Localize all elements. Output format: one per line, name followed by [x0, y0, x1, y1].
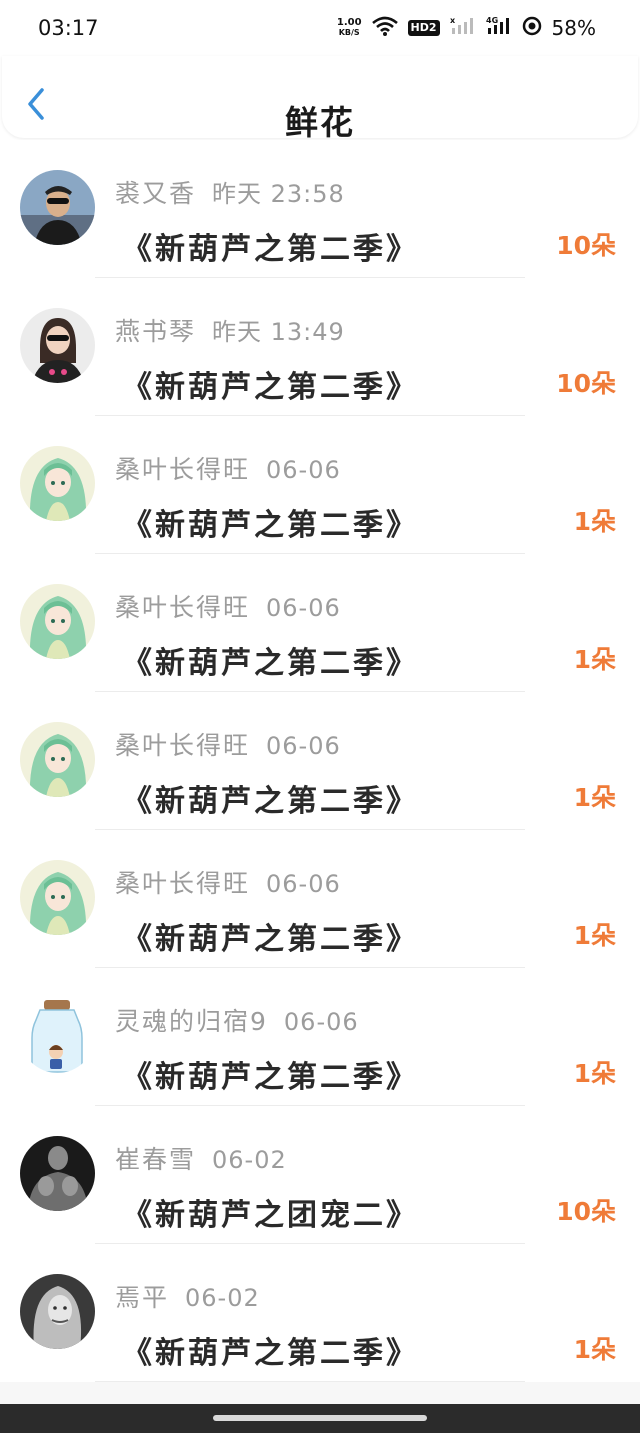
sender-name[interactable]: 燕书琴	[115, 312, 196, 348]
work-title[interactable]: 《新葫芦之第二季》	[122, 776, 419, 820]
record-meta: 桑叶长得旺 06-06	[115, 864, 341, 900]
record-time: 06-06	[266, 732, 341, 760]
status-bar: 03:17 1.00 KB/S HD2 x 4G 58%	[0, 0, 640, 56]
flower-count: 10朵	[556, 369, 616, 398]
flower-record-row[interactable]: 崔春雪 06-02 《新葫芦之团宠二》 10朵	[0, 1106, 640, 1244]
signal-empty-icon: x	[450, 16, 476, 41]
avatar[interactable]	[20, 722, 95, 797]
avatar-image	[20, 860, 95, 935]
network-speed-unit: KB/S	[338, 28, 360, 37]
header-bar: 鲜花	[2, 56, 638, 138]
work-title[interactable]: 《新葫芦之第二季》	[122, 224, 419, 268]
avatar[interactable]	[20, 1136, 95, 1211]
flower-record-row[interactable]: 裘又香 昨天 23:58 《新葫芦之第二季》 10朵	[0, 140, 640, 278]
flower-record-row[interactable]: 桑叶长得旺 06-06 《新葫芦之第二季》 1朵	[0, 416, 640, 554]
avatar-image	[20, 308, 95, 383]
flower-count: 10朵	[556, 231, 616, 260]
flower-record-row[interactable]: 焉平 06-02 《新葫芦之第二季》 1朵	[0, 1244, 640, 1382]
record-meta: 桑叶长得旺 06-06	[115, 588, 341, 624]
signal-4g-icon: 4G	[486, 16, 512, 41]
sender-name[interactable]: 桑叶长得旺	[115, 864, 250, 900]
sender-name[interactable]: 崔春雪	[115, 1140, 196, 1176]
record-meta: 灵魂的归宿9 06-06	[115, 1002, 359, 1038]
sender-name[interactable]: 焉平	[115, 1278, 169, 1314]
sender-name[interactable]: 桑叶长得旺	[115, 588, 250, 624]
avatar[interactable]	[20, 584, 95, 659]
hd-voice-icon: HD2	[407, 20, 440, 36]
page-title: 鲜花	[285, 103, 355, 138]
flower-record-row[interactable]: 桑叶长得旺 06-06 《新葫芦之第二季》 1朵	[0, 830, 640, 968]
sender-name[interactable]: 桑叶长得旺	[115, 726, 250, 762]
flower-record-row[interactable]: 灵魂的归宿9 06-06 《新葫芦之第二季》 1朵	[0, 968, 640, 1106]
work-title[interactable]: 《新葫芦之第二季》	[122, 362, 419, 406]
avatar[interactable]	[20, 308, 95, 383]
flower-count: 1朵	[573, 645, 616, 674]
record-meta: 桑叶长得旺 06-06	[115, 726, 341, 762]
avatar[interactable]	[20, 170, 95, 245]
flower-record-row[interactable]: 燕书琴 昨天 13:49 《新葫芦之第二季》 10朵	[0, 278, 640, 416]
row-divider	[95, 1381, 525, 1382]
avatar-image	[20, 722, 95, 797]
record-time: 昨天 23:58	[212, 180, 345, 208]
record-meta: 桑叶长得旺 06-06	[115, 450, 341, 486]
flower-record-list[interactable]: 裘又香 昨天 23:58 《新葫芦之第二季》 10朵 燕书琴 昨天 13:49 …	[0, 140, 640, 1404]
system-nav-bar	[0, 1404, 640, 1433]
wifi-icon	[371, 16, 398, 41]
flower-count: 1朵	[573, 1335, 616, 1364]
flower-count: 1朵	[573, 921, 616, 950]
status-icons: 1.00 KB/S HD2 x 4G 58%	[337, 16, 596, 41]
record-meta: 燕书琴 昨天 13:49	[115, 312, 345, 348]
flower-count: 1朵	[573, 783, 616, 812]
svg-text:x: x	[450, 16, 456, 25]
sender-name[interactable]: 裘又香	[115, 174, 196, 210]
sender-name[interactable]: 灵魂的归宿9	[115, 1002, 268, 1038]
avatar-image	[20, 1136, 95, 1211]
record-time: 昨天 13:49	[212, 318, 345, 346]
avatar-image	[20, 170, 95, 245]
flower-count: 1朵	[573, 507, 616, 536]
home-indicator[interactable]	[213, 1415, 427, 1421]
status-time: 03:17	[38, 16, 99, 40]
flower-record-row[interactable]: 桑叶长得旺 06-06 《新葫芦之第二季》 1朵	[0, 554, 640, 692]
record-meta: 焉平 06-02	[115, 1278, 260, 1314]
record-time: 06-06	[266, 870, 341, 898]
work-title[interactable]: 《新葫芦之第二季》	[122, 914, 419, 958]
record-time: 06-02	[212, 1146, 287, 1174]
battery-level: 58%	[551, 16, 596, 40]
record-time: 06-02	[185, 1284, 260, 1312]
flower-record-row[interactable]: 桑叶长得旺 06-06 《新葫芦之第二季》 1朵	[0, 692, 640, 830]
avatar[interactable]	[20, 1274, 95, 1349]
network-speed-value: 1.00	[336, 17, 362, 28]
record-meta: 裘又香 昨天 23:58	[115, 174, 345, 210]
record-meta: 崔春雪 06-02	[115, 1140, 287, 1176]
sender-name[interactable]: 桑叶长得旺	[115, 450, 250, 486]
avatar[interactable]	[20, 860, 95, 935]
work-title[interactable]: 《新葫芦之第二季》	[122, 1052, 419, 1096]
work-title[interactable]: 《新葫芦之团宠二》	[122, 1190, 419, 1234]
record-time: 06-06	[266, 594, 341, 622]
record-time: 06-06	[266, 456, 341, 484]
avatar-image	[20, 998, 95, 1073]
flower-count: 10朵	[556, 1197, 616, 1226]
network-speed: 1.00 KB/S	[337, 18, 362, 38]
work-title[interactable]: 《新葫芦之第二季》	[122, 500, 419, 544]
avatar[interactable]	[20, 446, 95, 521]
svg-text:4G: 4G	[486, 16, 498, 25]
work-title[interactable]: 《新葫芦之第二季》	[122, 1328, 419, 1372]
avatar[interactable]	[20, 998, 95, 1073]
record-time: 06-06	[283, 1008, 359, 1036]
flower-count: 1朵	[573, 1059, 616, 1088]
work-title[interactable]: 《新葫芦之第二季》	[122, 638, 419, 682]
avatar-image	[20, 446, 95, 521]
avatar-image	[20, 584, 95, 659]
avatar-image	[20, 1274, 95, 1349]
battery-icon	[522, 16, 542, 41]
